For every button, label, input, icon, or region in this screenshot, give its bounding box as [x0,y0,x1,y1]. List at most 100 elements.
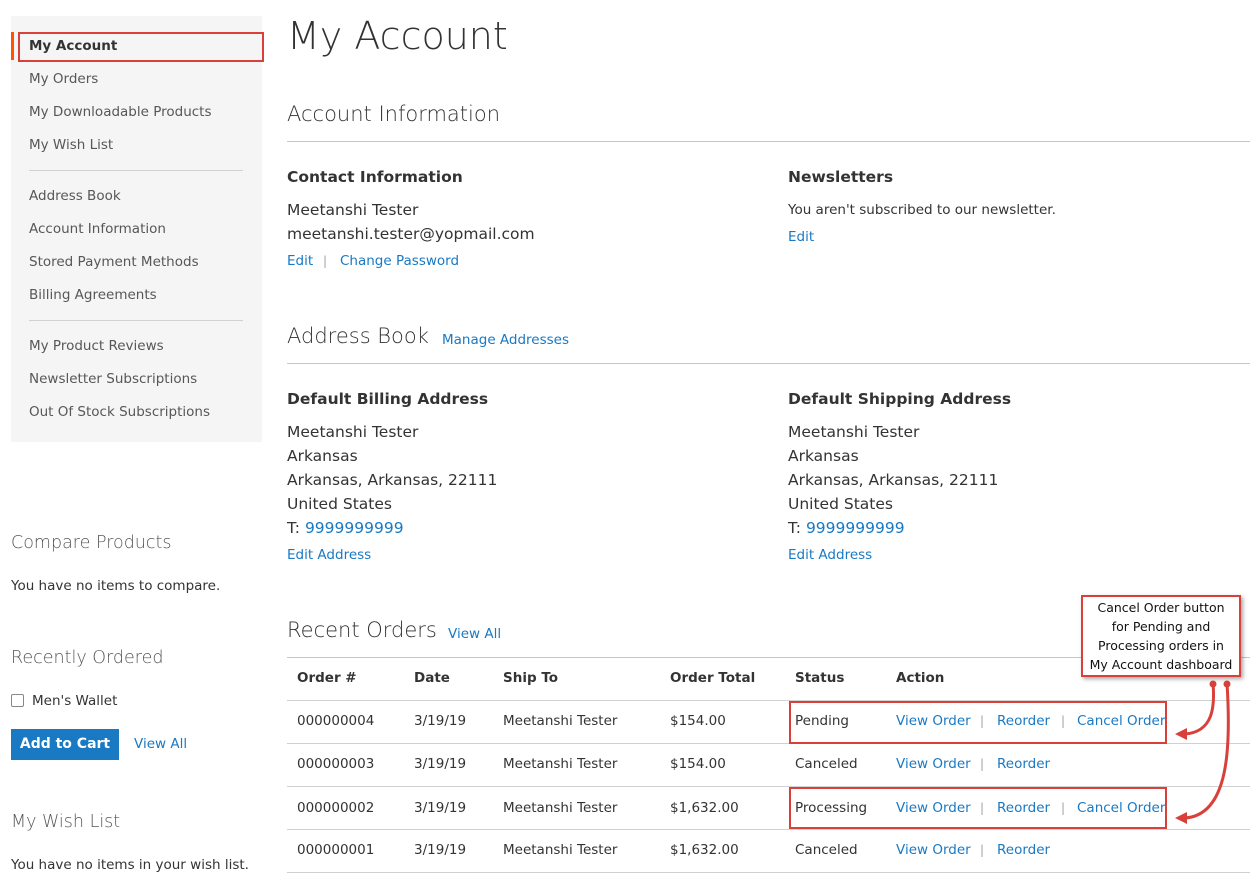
orders-view-all-link[interactable]: View All [448,626,501,642]
nav-item-address-book[interactable]: Address Book [29,186,121,206]
col-header-status: Status [795,670,845,686]
order-ship-to: Meetanshi Tester [503,756,618,772]
col-header-action: Action [896,670,945,686]
order-total: $1,632.00 [670,842,739,858]
order-ship-to: Meetanshi Tester [503,842,618,858]
view-order-link[interactable]: View Order [896,756,971,772]
annotation-line: for Pending and [1111,619,1211,634]
account-nav: My Account My Orders My Downloadable Pro… [11,16,264,442]
contact-information-title: Contact Information [287,168,463,186]
recently-ordered-title: Recently Ordered [11,648,164,668]
annotation-arrows [1175,680,1231,824]
arrowhead-pending [1175,728,1187,740]
wishlist-title: My Wish List [11,812,121,832]
nav-item-newsletter-subscriptions[interactable]: Newsletter Subscriptions [29,369,197,389]
row-divider [287,872,1250,873]
newsletters-edit-link[interactable]: Edit [788,229,814,245]
arrow-dot [1209,680,1217,688]
manage-addresses-link[interactable]: Manage Addresses [442,332,569,348]
billing-address-title: Default Billing Address [287,390,489,408]
billing-line2: Arkansas, Arkansas, 22111 [287,471,498,489]
address-book-title: Address Book [287,324,429,348]
arrow-to-pending [1183,681,1215,736]
row-divider [287,829,1250,830]
nav-item-product-reviews[interactable]: My Product Reviews [29,336,164,356]
section-divider [287,141,1250,142]
nav-item-my-orders[interactable]: My Orders [29,69,98,89]
section-divider [287,363,1250,364]
highlight-box-pending [789,701,1167,744]
shipping-address-title: Default Shipping Address [788,390,1012,408]
billing-phone-link[interactable]: 9999999999 [305,519,404,537]
page-title: My Account [287,14,508,58]
order-number: 000000003 [297,756,375,772]
link-separator: | [980,843,985,857]
link-separator: | [980,757,985,771]
order-number: 000000001 [297,842,375,858]
contact-edit-link[interactable]: Edit [287,253,313,269]
nav-item-my-account[interactable]: My Account [29,36,117,56]
account-information-title: Account Information [287,102,501,126]
newsletters-text: You aren't subscribed to our newsletter. [788,202,1056,218]
order-date: 3/19/19 [414,713,467,729]
reorder-link[interactable]: Reorder [997,842,1050,858]
order-status: Canceled [795,842,858,858]
order-date: 3/19/19 [414,756,467,772]
annotation-line: Processing orders in [1098,638,1224,653]
recent-view-all-link[interactable]: View All [134,736,187,752]
billing-country: United States [287,495,392,513]
link-separator: | [323,254,328,268]
order-total: $154.00 [670,756,726,772]
nav-item-account-information[interactable]: Account Information [29,219,166,239]
nav-divider [29,170,243,171]
newsletters-title: Newsletters [788,168,894,186]
nav-item-stored-payment-methods[interactable]: Stored Payment Methods [29,252,199,272]
order-number: 000000002 [297,800,375,816]
reorder-link[interactable]: Reorder [997,756,1050,772]
col-header-ship-to: Ship To [503,670,559,686]
recent-item-checkbox[interactable] [11,694,24,707]
nav-current-indicator [11,32,14,60]
billing-phone-prefix: T: [287,519,300,537]
order-date: 3/19/19 [414,800,467,816]
annotation-callout: Cancel Order button for Pending and Proc… [1081,595,1241,677]
view-order-link[interactable]: View Order [896,842,971,858]
shipping-phone-prefix: T: [788,519,801,537]
shipping-line2: Arkansas, Arkansas, 22111 [788,471,999,489]
col-header-order-total: Order Total [670,670,756,686]
arrow-dot [1223,680,1231,688]
nav-item-wish-list[interactable]: My Wish List [29,135,113,155]
wishlist-empty-text: You have no items in your wish list. [11,857,249,873]
arrowhead-processing [1175,812,1187,824]
annotation-line: Cancel Order button [1097,600,1225,615]
order-date: 3/19/19 [414,842,467,858]
col-header-order: Order # [297,670,357,686]
shipping-name: Meetanshi Tester [788,423,920,441]
shipping-country: United States [788,495,893,513]
arrow-to-processing [1183,681,1230,820]
contact-email: meetanshi.tester@yopmail.com [287,225,535,243]
recent-item-name: Men's Wallet [32,693,118,709]
billing-edit-address-link[interactable]: Edit Address [287,547,371,563]
nav-item-billing-agreements[interactable]: Billing Agreements [29,285,157,305]
shipping-edit-address-link[interactable]: Edit Address [788,547,872,563]
billing-name: Meetanshi Tester [287,423,419,441]
order-total: $1,632.00 [670,800,739,816]
recent-orders-title: Recent Orders [287,618,437,642]
nav-item-out-of-stock-subscriptions[interactable]: Out Of Stock Subscriptions [29,402,210,422]
nav-item-downloadable-products[interactable]: My Downloadable Products [29,102,212,122]
order-total: $154.00 [670,713,726,729]
order-status: Canceled [795,756,858,772]
billing-line1: Arkansas [287,447,358,465]
order-ship-to: Meetanshi Tester [503,713,618,729]
shipping-phone-link[interactable]: 9999999999 [806,519,905,537]
change-password-link[interactable]: Change Password [340,253,459,269]
contact-name: Meetanshi Tester [287,201,419,219]
nav-divider [29,320,243,321]
compare-empty-text: You have no items to compare. [11,578,221,594]
shipping-phone-row: T: 9999999999 [788,519,905,537]
col-header-date: Date [414,670,450,686]
order-ship-to: Meetanshi Tester [503,800,618,816]
add-to-cart-button[interactable]: Add to Cart [11,729,119,760]
shipping-line1: Arkansas [788,447,859,465]
